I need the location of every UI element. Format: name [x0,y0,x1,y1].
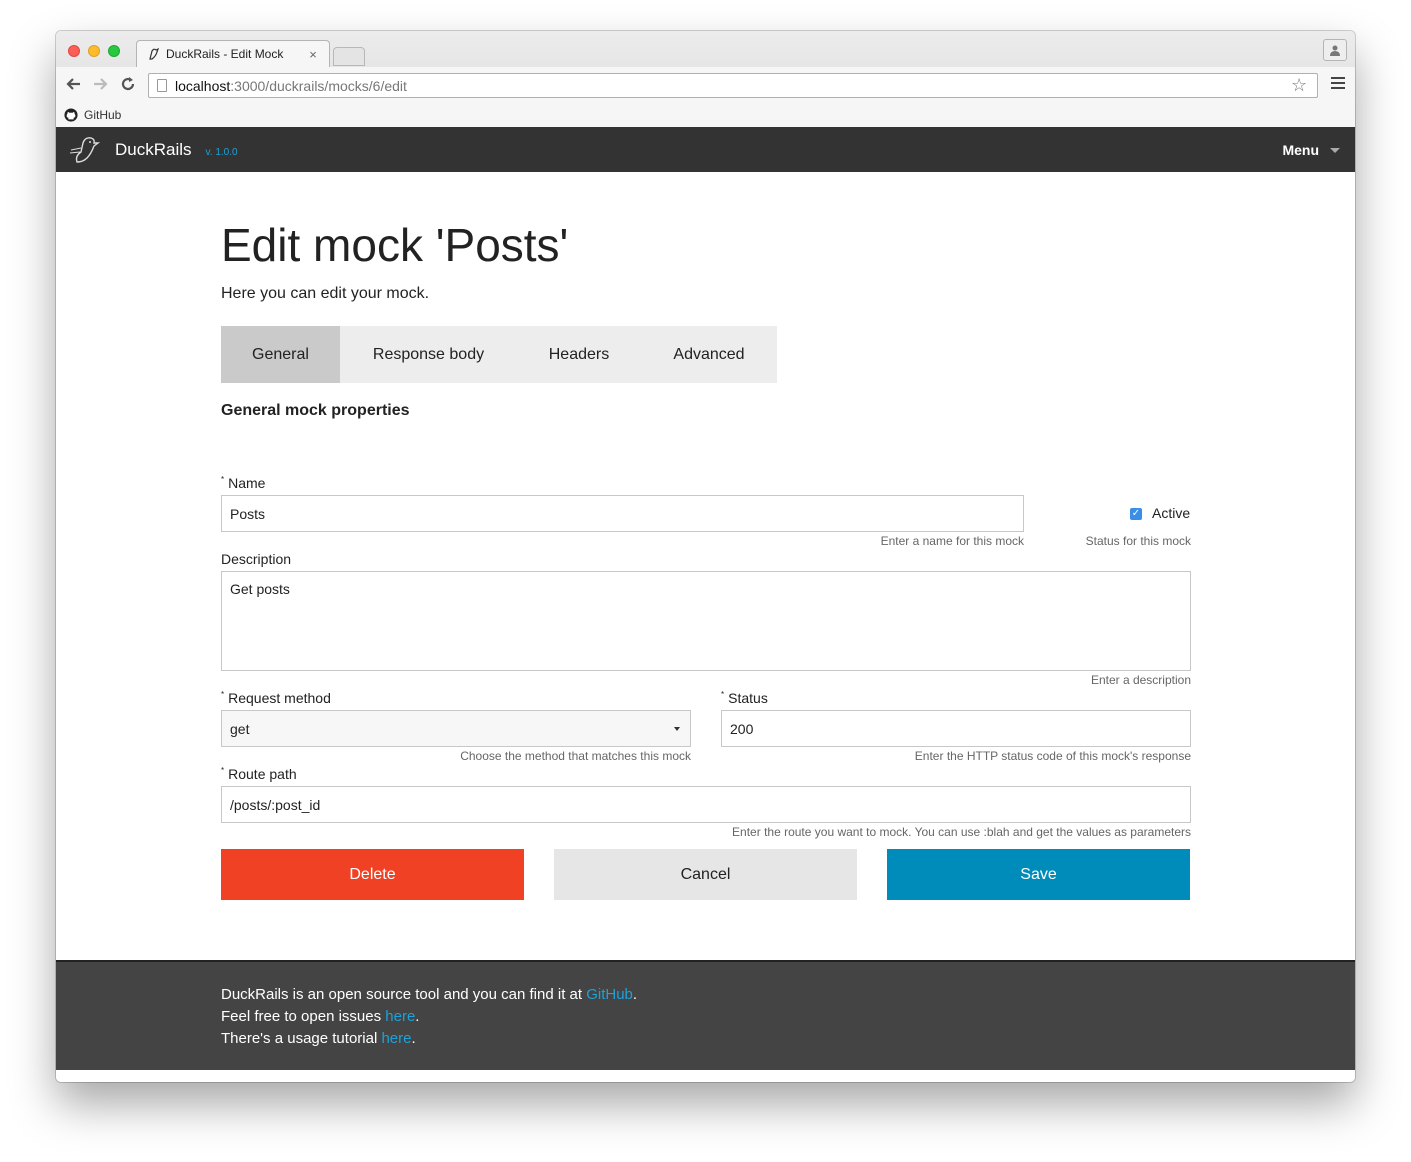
new-tab-button[interactable] [333,47,365,66]
browser-window: DuckRails - Edit Mock × localhost:3000/d… [56,31,1355,1082]
name-input[interactable]: Posts [221,495,1024,532]
description-textarea[interactable]: Get posts [221,571,1191,671]
tutorial-link[interactable]: here [381,1030,411,1047]
url-text: localhost:3000/duckrails/mocks/6/edit [175,77,407,94]
browser-tab[interactable]: DuckRails - Edit Mock × [136,40,330,67]
tab-response-body[interactable]: Response body [340,326,517,383]
bottom-strip [56,1070,1355,1082]
browser-menu-icon[interactable] [1331,77,1345,91]
bookmark-github[interactable]: GitHub [84,108,121,122]
tab-headers[interactable]: Headers [517,326,641,383]
footer-line-3: There's a usage tutorial here. [221,1030,416,1047]
request-method-select[interactable]: get [221,710,691,747]
route-path-input[interactable]: /posts/:post_id [221,786,1191,823]
description-label: Description [221,551,292,567]
name-help: Enter a name for this mock [880,534,1024,548]
github-link[interactable]: GitHub [586,986,633,1003]
active-label[interactable]: Active [1152,505,1190,521]
page-subtitle: Here you can edit your mock. [221,285,430,302]
bookmarks-bar: GitHub [56,103,1355,127]
active-checkbox[interactable]: ✓ [1130,508,1142,520]
delete-button[interactable]: Delete [221,849,524,900]
back-arrow-icon[interactable] [64,75,84,95]
section-title: General mock properties [221,402,410,419]
request-method-help: Choose the method that matches this mock [460,749,691,763]
app-navbar: DuckRails v. 1.0.0 Menu [56,127,1355,172]
browser-toolbar: localhost:3000/duckrails/mocks/6/edit ☆ [56,67,1355,103]
page-title: Edit mock 'Posts' [221,219,569,271]
address-bar[interactable]: localhost:3000/duckrails/mocks/6/edit ☆ [148,73,1318,98]
select-caret-icon [674,727,680,731]
caret-down-icon[interactable] [1330,148,1340,153]
cancel-button[interactable]: Cancel [554,849,857,900]
tab-general[interactable]: General [221,326,340,383]
close-window-button[interactable] [68,45,80,57]
tab-advanced[interactable]: Advanced [641,326,777,383]
issues-link[interactable]: here [385,1008,415,1025]
page-footer: DuckRails is an open source tool and you… [56,960,1355,1070]
description-help: Enter a description [1090,673,1191,687]
active-help: Status for this mock [1085,534,1191,548]
request-method-label: * Request method [221,690,331,706]
route-path-help: Enter the route you want to mock. You ca… [732,825,1191,839]
bookmark-star-icon[interactable]: ☆ [1291,75,1311,96]
brand-name[interactable]: DuckRails [115,140,192,160]
duck-logo-icon[interactable] [69,134,103,166]
minimize-window-button[interactable] [88,45,100,57]
form-tabs: General Response body Headers Advanced [221,326,777,383]
page-icon [157,79,167,92]
reload-icon[interactable] [118,75,138,95]
duck-favicon-icon [147,47,161,61]
status-help: Enter the HTTP status code of this mock'… [914,749,1191,763]
version-label: v. 1.0.0 [205,146,238,158]
zoom-window-button[interactable] [108,45,120,57]
github-icon [64,108,78,122]
person-icon [1330,45,1340,56]
footer-text: DuckRails is an open source tool and you… [221,984,637,1050]
tab-title: DuckRails - Edit Mock [166,47,284,61]
status-label: * Status [721,690,768,706]
status-input[interactable]: 200 [721,710,1191,747]
footer-line-1: DuckRails is an open source tool and you… [221,986,638,1003]
save-button[interactable]: Save [887,849,1190,900]
menu-dropdown[interactable]: Menu [1282,142,1319,158]
browser-chrome: DuckRails - Edit Mock × localhost:3000/d… [56,31,1355,127]
route-path-label: * Route path [221,766,297,782]
profile-button[interactable] [1323,39,1347,61]
request-method-value: get [230,720,250,737]
forward-arrow-icon[interactable] [90,75,110,95]
tab-close-icon[interactable]: × [307,47,319,62]
footer-line-2: Feel free to open issues here. [221,1008,420,1025]
name-label: * Name [221,475,266,491]
